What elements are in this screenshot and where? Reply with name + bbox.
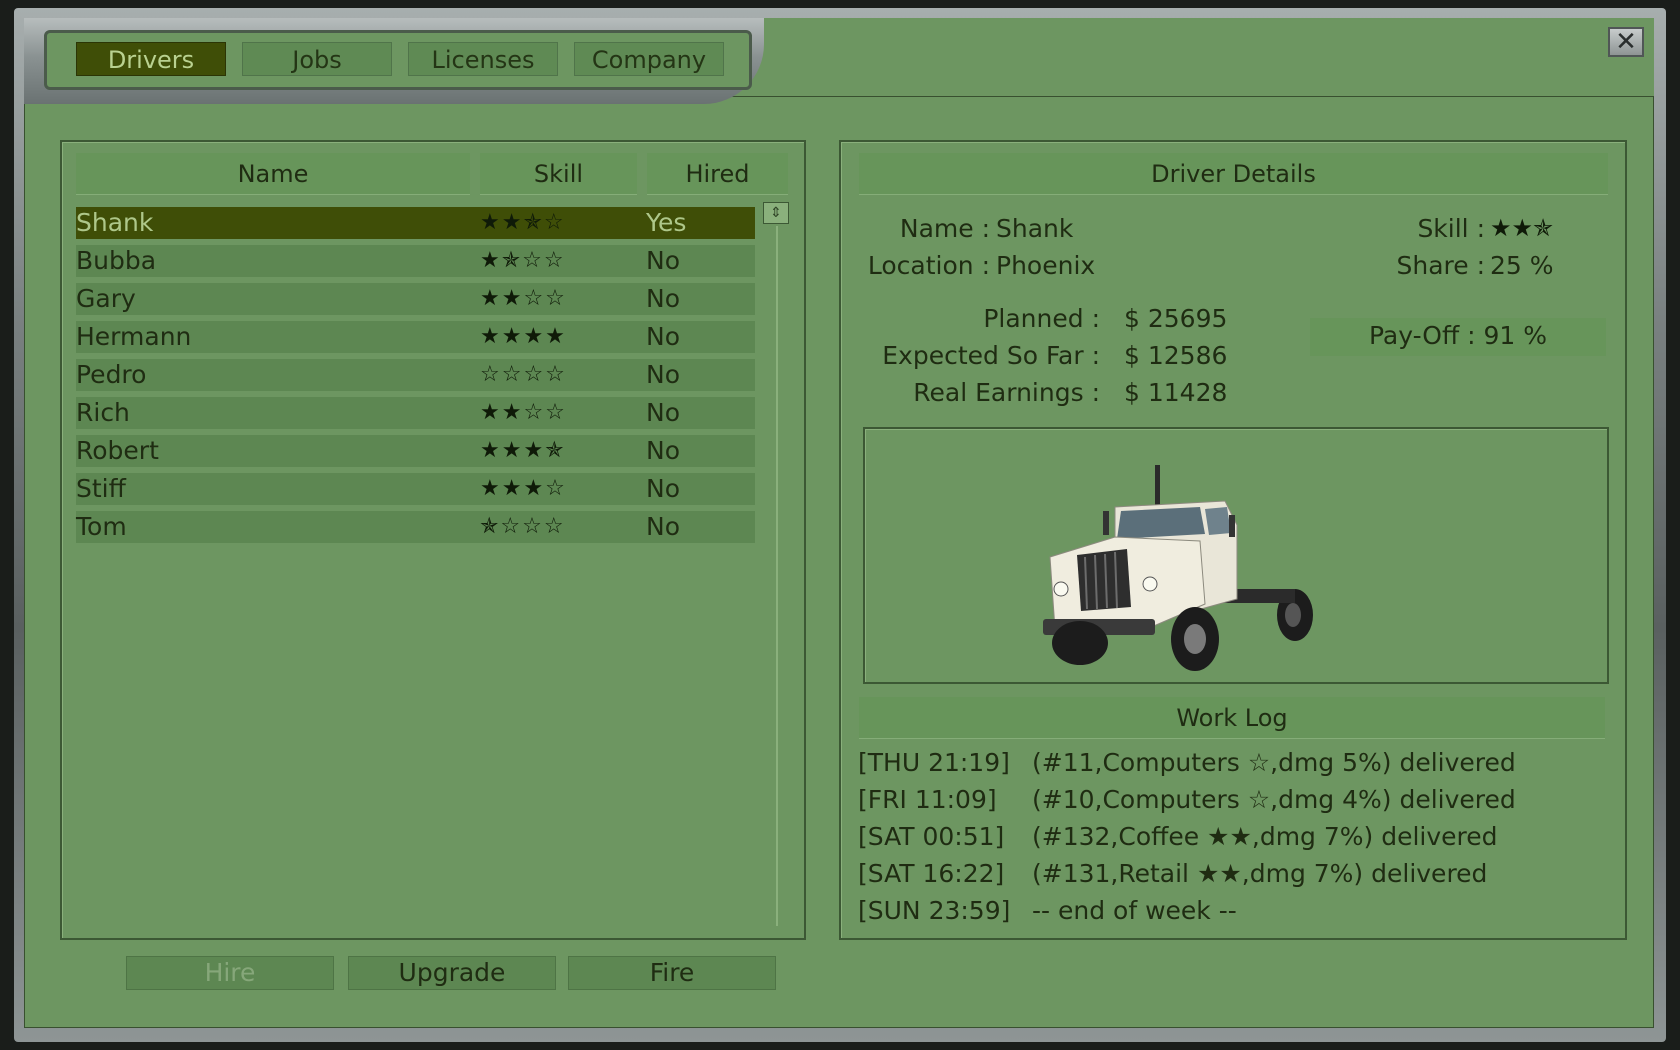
share-value: 25 % <box>1490 251 1554 280</box>
log-time: [THU 21:19] <box>858 748 1010 777</box>
column-header-skill[interactable]: Skill <box>480 153 637 195</box>
scroll-arrows-icon[interactable]: ⇕ <box>763 202 789 224</box>
table-row[interactable]: Stiff ★★★☆ No <box>76 473 755 505</box>
table-row[interactable]: Shank ★★✯☆ Yes <box>76 207 755 239</box>
planned-label: Planned : <box>983 304 1100 333</box>
hire-button[interactable]: Hire <box>126 956 334 990</box>
table-row[interactable]: Pedro ☆☆☆☆ No <box>76 359 755 391</box>
tab-drivers[interactable]: Drivers <box>76 42 226 76</box>
driver-skill-stars: ★★★★ <box>480 324 567 349</box>
name-value: Shank <box>996 214 1074 243</box>
close-icon[interactable]: ✕ <box>1608 27 1644 57</box>
scrollbar-track[interactable] <box>776 226 778 926</box>
driver-skill-stars: ★★★✯ <box>480 438 566 463</box>
name-label: Name : <box>899 214 990 243</box>
table-row[interactable]: Bubba ★✯☆☆ No <box>76 245 755 277</box>
driver-details-title: Driver Details <box>859 153 1608 195</box>
driver-hired: No <box>646 398 680 427</box>
table-row[interactable]: Gary ★★☆☆ No <box>76 283 755 315</box>
planned-value: $ 25695 <box>1124 304 1228 333</box>
table-row[interactable]: Tom ✯☆☆☆ No <box>76 511 755 543</box>
driver-name: Bubba <box>76 246 157 275</box>
log-entry: (#10,Computers ☆,dmg 4%) delivered <box>1032 785 1516 814</box>
payoff-indicator: Pay-Off : 91 % <box>1310 318 1606 356</box>
column-header-hired[interactable]: Hired <box>647 153 788 195</box>
log-time: [SUN 23:59] <box>858 896 1011 925</box>
log-time: [SAT 16:22] <box>858 859 1005 888</box>
skill-label: Skill : <box>1417 214 1485 243</box>
driver-name: Pedro <box>76 360 147 389</box>
driver-name: Shank <box>76 208 154 237</box>
table-row[interactable]: Robert ★★★✯ No <box>76 435 755 467</box>
expected-label: Expected So Far : <box>882 341 1100 370</box>
fire-button[interactable]: Fire <box>568 956 776 990</box>
truck-preview <box>863 427 1609 684</box>
driver-hired: No <box>646 246 680 275</box>
driver-skill-stars: ★✯☆☆ <box>480 248 566 273</box>
tab-company[interactable]: Company <box>574 42 724 76</box>
log-entry: (#11,Computers ☆,dmg 5%) delivered <box>1032 748 1516 777</box>
log-entry: -- end of week -- <box>1032 896 1237 925</box>
driver-name: Gary <box>76 284 136 313</box>
driver-hired: No <box>646 512 680 541</box>
share-label: Share : <box>1396 251 1485 280</box>
location-value: Phoenix <box>996 251 1096 280</box>
driver-hired: No <box>646 474 680 503</box>
driver-hired: No <box>646 322 680 351</box>
driver-hired: Yes <box>646 208 687 237</box>
driver-hired: No <box>646 436 680 465</box>
table-row[interactable]: Rich ★★☆☆ No <box>76 397 755 429</box>
driver-name: Tom <box>76 512 127 541</box>
driver-hired: No <box>646 360 680 389</box>
driver-hired: No <box>646 284 680 313</box>
tab-licenses[interactable]: Licenses <box>408 42 558 76</box>
log-time: [SAT 00:51] <box>858 822 1005 851</box>
driver-skill-stars: ✯☆☆☆ <box>480 514 566 539</box>
table-row[interactable]: Hermann ★★★★ No <box>76 321 755 353</box>
driver-skill-stars: ★★☆☆ <box>480 400 567 425</box>
log-time: [FRI 11:09] <box>858 785 997 814</box>
truck-icon <box>1043 465 1313 671</box>
real-earnings-label: Real Earnings : <box>913 378 1100 407</box>
tab-jobs[interactable]: Jobs <box>242 42 392 76</box>
driver-name: Hermann <box>76 322 192 351</box>
location-label: Location : <box>867 251 990 280</box>
driver-skill-stars: ☆☆☆☆ <box>480 362 567 387</box>
upgrade-button[interactable]: Upgrade <box>348 956 556 990</box>
log-entry: (#132,Coffee ★★,dmg 7%) delivered <box>1032 822 1498 851</box>
real-earnings-value: $ 11428 <box>1124 378 1228 407</box>
log-entry: (#131,Retail ★★,dmg 7%) delivered <box>1032 859 1488 888</box>
driver-skill-stars: ★★★☆ <box>480 476 567 501</box>
column-header-name[interactable]: Name <box>76 153 470 195</box>
expected-value: $ 12586 <box>1124 341 1228 370</box>
work-log-title: Work Log <box>859 697 1605 739</box>
driver-skill-stars: ★★✯☆ <box>480 210 566 235</box>
driver-name: Rich <box>76 398 130 427</box>
driver-name: Robert <box>76 436 159 465</box>
driver-name: Stiff <box>76 474 126 503</box>
driver-skill-stars: ★★☆☆ <box>480 286 567 311</box>
skill-stars: ★★✯ <box>1490 214 1554 242</box>
